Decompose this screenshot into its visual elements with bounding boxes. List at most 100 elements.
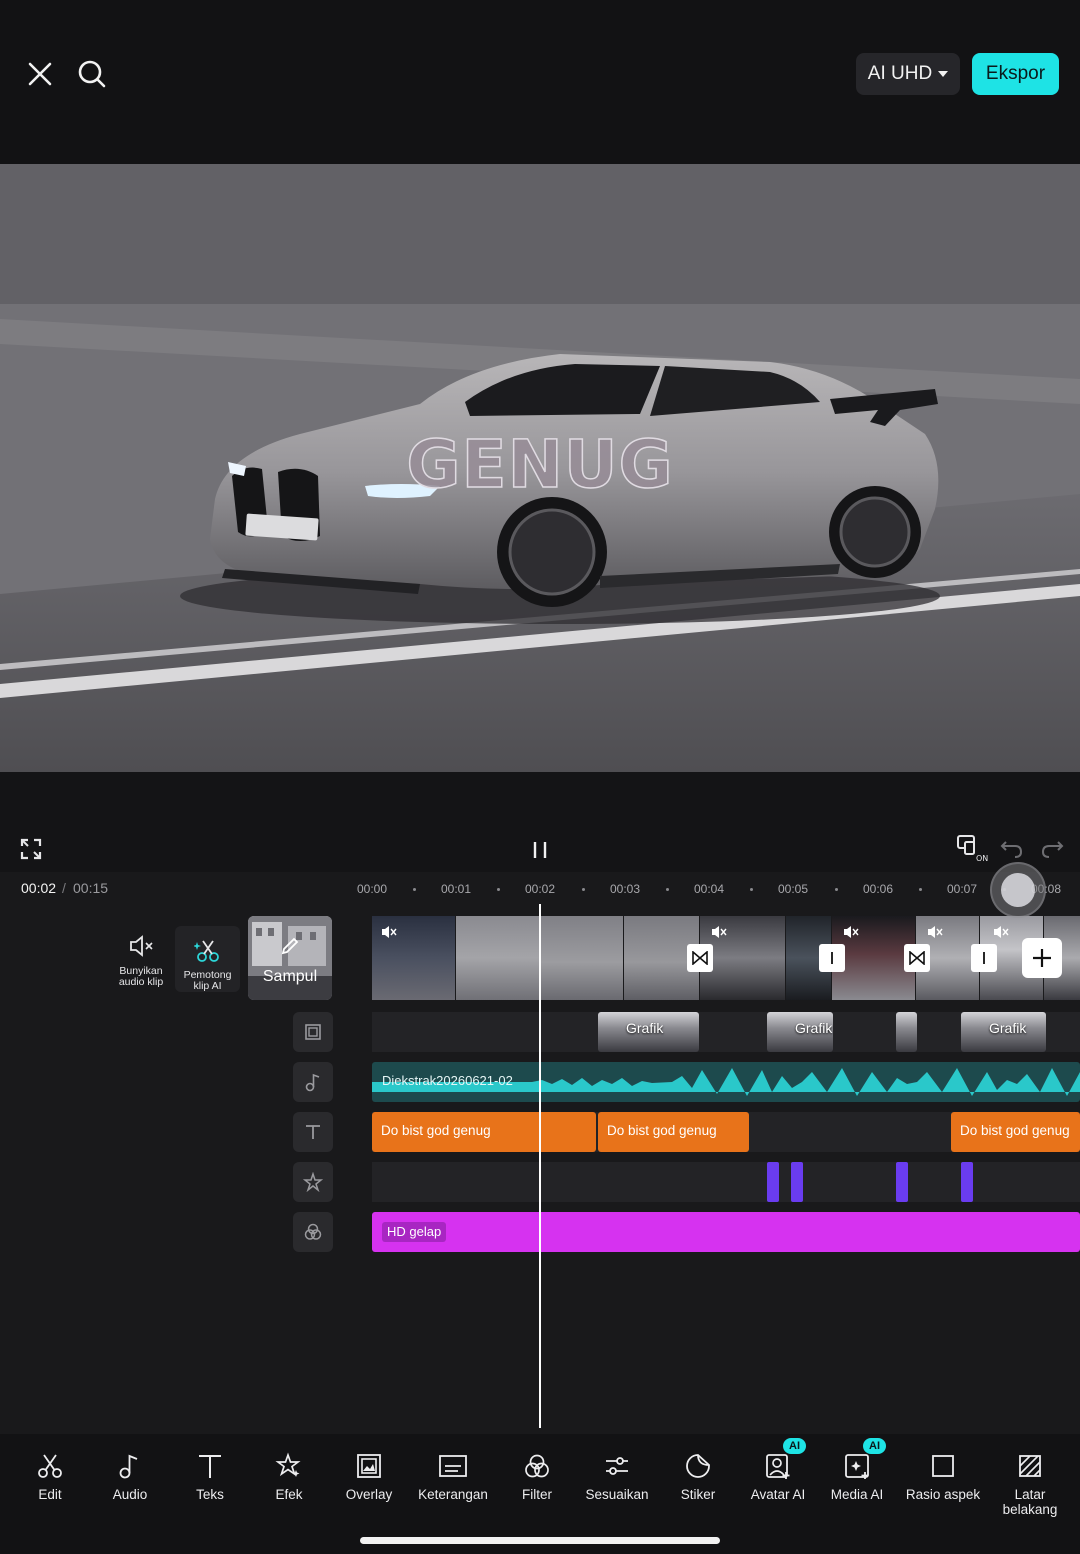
filter-track-button[interactable]	[293, 1212, 333, 1252]
preview-device-toggle[interactable]: ON	[955, 832, 989, 866]
video-preview[interactable]: GENUG	[0, 164, 1080, 772]
toolbar-ai-avatar[interactable]: Avatar AI	[745, 1452, 811, 1502]
text-clip[interactable]: Do bist god genug	[372, 1112, 596, 1152]
overlay-icon	[357, 1454, 381, 1478]
overlay-clip-label: Grafik	[626, 1020, 664, 1036]
transition-button[interactable]	[971, 944, 997, 972]
overlay-clip[interactable]	[896, 1012, 917, 1052]
ruler-tick	[497, 888, 500, 891]
quality-label: AI UHD	[867, 63, 933, 84]
background-icon	[1019, 1455, 1041, 1477]
muted-speaker-icon	[712, 926, 727, 938]
toolbar-label: Audio	[112, 1487, 148, 1502]
ruler-label: 00:03	[609, 882, 641, 896]
muted-speaker-icon	[928, 926, 943, 938]
toolbar-label: Rasio aspek	[905, 1487, 981, 1502]
video-frame-thumbnail	[540, 916, 624, 1000]
overlay-clip-label: Grafik	[795, 1020, 833, 1036]
overlay-clip[interactable]: Grafik	[767, 1012, 833, 1052]
cover-preview-image	[248, 916, 332, 1000]
text-clip[interactable]: Do bist god genug	[598, 1112, 749, 1152]
undo-button[interactable]	[998, 834, 1026, 862]
filter-icon	[525, 1454, 549, 1478]
filter-icon	[304, 1223, 322, 1240]
effects-track-button[interactable]	[293, 1162, 333, 1202]
fullscreen-button[interactable]	[16, 834, 46, 864]
pause-button[interactable]	[524, 834, 556, 866]
quality-dropdown[interactable]: AI UHD	[856, 53, 960, 95]
adjust-sliders-icon	[606, 1457, 628, 1475]
toolbar-audio[interactable]: Audio	[104, 1452, 156, 1502]
time-separator: /	[62, 880, 66, 896]
toolbar-filter[interactable]: Filter	[511, 1452, 563, 1502]
ruler-label: 00:07	[946, 882, 978, 896]
toolbar-label: Avatar AI	[750, 1487, 806, 1502]
toolbar-adjust[interactable]: Sesuaikan	[580, 1452, 654, 1502]
assistive-touch-button[interactable]	[990, 862, 1046, 918]
transition-bowtie-icon	[692, 951, 708, 965]
overlay-clip-label: Grafik	[989, 1020, 1027, 1036]
mute-clip-label: Bunyikan audio klip	[118, 965, 164, 988]
muted-speaker-icon	[994, 926, 1009, 938]
home-indicator	[360, 1537, 720, 1544]
text-clip[interactable]: Do bist god genug	[951, 1112, 1080, 1152]
effect-clip[interactable]	[961, 1162, 973, 1202]
toolbar-edit[interactable]: Edit	[24, 1452, 76, 1502]
ai-badge: AI	[783, 1438, 806, 1454]
ruler-tick	[413, 888, 416, 891]
chevron-down-icon	[938, 71, 949, 77]
sticker-icon	[686, 1454, 710, 1478]
close-icon	[28, 62, 52, 86]
ruler-tick	[582, 888, 585, 891]
overlay-clip[interactable]: Grafik	[961, 1012, 1046, 1052]
cover-thumbnail-button[interactable]: Sampul	[248, 916, 332, 1000]
ai-clip-cutter-button[interactable]: Pemotong klip AI	[175, 926, 240, 992]
toolbar-text[interactable]: Teks	[184, 1452, 236, 1502]
toolbar-ai-media[interactable]: Media AI	[826, 1452, 888, 1502]
toolbar-captions[interactable]: Keterangan	[413, 1452, 493, 1502]
toolbar-overlay[interactable]: Overlay	[340, 1452, 398, 1502]
effects-star-icon	[303, 1172, 323, 1192]
playhead[interactable]	[539, 904, 541, 1428]
video-frame-thumbnail	[456, 916, 540, 1000]
top-bar: AI UHD Ekspor	[0, 0, 1080, 164]
toolbar-label: Teks	[196, 1487, 224, 1502]
effect-clip[interactable]	[767, 1162, 779, 1202]
export-button[interactable]: Ekspor	[972, 53, 1059, 95]
add-clip-button[interactable]	[1022, 938, 1062, 978]
ruler-label: 00:02	[524, 882, 556, 896]
cover-label: Sampul	[262, 968, 318, 985]
search-button[interactable]	[70, 52, 114, 96]
ruler-label: 00:06	[862, 882, 894, 896]
overlay-clip[interactable]: Grafik	[598, 1012, 699, 1052]
mute-clip-audio-button[interactable]: Bunyikan audio klip	[110, 926, 172, 988]
text-icon	[199, 1455, 221, 1478]
search-icon	[78, 60, 106, 88]
undo-icon	[1000, 841, 1023, 858]
plus-icon	[1033, 949, 1051, 967]
text-track-button[interactable]	[293, 1112, 333, 1152]
ruler-label: 00:04	[693, 882, 725, 896]
toolbar-effects[interactable]: Efek	[263, 1452, 315, 1502]
current-time: 00:02	[21, 880, 57, 896]
overlay-track-button[interactable]	[293, 1012, 333, 1052]
toolbar-sticker[interactable]: Stiker	[672, 1452, 724, 1502]
toolbar-label: Efek	[275, 1487, 303, 1502]
effect-clip[interactable]	[791, 1162, 803, 1202]
redo-button[interactable]	[1038, 834, 1066, 862]
toolbar-aspect-ratio[interactable]: Rasio aspek	[900, 1452, 986, 1502]
ruler-label: 00:01	[440, 882, 472, 896]
transition-button[interactable]	[687, 944, 713, 972]
toolbar-background[interactable]: Latar belakang	[996, 1452, 1064, 1517]
audio-track-button[interactable]	[293, 1062, 333, 1102]
filter-clip[interactable]	[372, 1212, 1080, 1252]
transition-button[interactable]	[904, 944, 930, 972]
transition-button[interactable]	[819, 944, 845, 972]
scissors-icon	[38, 1454, 62, 1478]
filter-clip-label: HD gelap	[382, 1222, 447, 1242]
effect-clip[interactable]	[896, 1162, 908, 1202]
effects-track	[372, 1162, 1080, 1202]
overlay-icon	[305, 1024, 321, 1040]
playback-controls: ON	[0, 772, 1080, 872]
close-button[interactable]	[18, 52, 62, 96]
